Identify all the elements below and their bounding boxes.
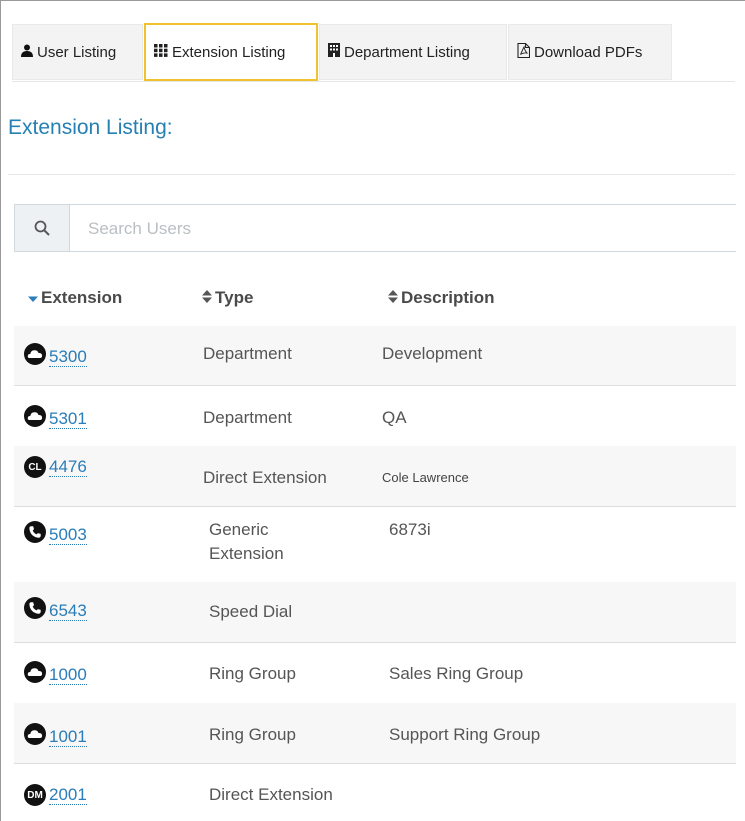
description-cell: Cole Lawrence (382, 470, 469, 485)
table-row: 6543 Speed Dial (14, 582, 736, 643)
sort-desc-icon (28, 288, 38, 308)
table-row: 5003 Generic Extension 6873i (14, 506, 736, 583)
cloud-icon (24, 343, 46, 370)
sort-icon (388, 288, 398, 308)
window-border-left (0, 0, 1, 821)
type-cell: Department (203, 344, 292, 363)
description-cell: Sales Ring Group (389, 664, 524, 683)
column-header-label: Description (401, 288, 495, 307)
column-header-description[interactable]: Description (388, 288, 495, 308)
extension-cell: 5301 (24, 405, 87, 432)
avatar-initials-icon: DM (24, 784, 46, 806)
description-cell: 6873i (389, 520, 431, 539)
user-icon (21, 44, 33, 61)
extension-cell: 1001 (24, 723, 87, 750)
column-header-extension[interactable]: Extension (28, 288, 122, 308)
extension-link[interactable]: 5003 (49, 525, 87, 545)
building-icon (328, 43, 340, 61)
column-header-label: Type (215, 288, 254, 307)
avatar-initials-icon: CL (24, 456, 46, 478)
extension-cell: DM 2001 (24, 784, 87, 806)
divider (8, 174, 735, 175)
type-cell: Direct Extension (203, 468, 327, 487)
tab-label: User Listing (37, 43, 117, 61)
phone-icon (24, 521, 46, 548)
type-cell-line: Generic (209, 520, 269, 539)
type-cell: Generic Extension (209, 518, 284, 566)
description-cell: QA (382, 408, 407, 427)
cloud-icon (24, 405, 46, 432)
cloud-icon (24, 661, 46, 688)
extension-link[interactable]: 1001 (49, 727, 87, 747)
extension-cell: CL 4476 (24, 456, 87, 478)
search-input[interactable] (70, 205, 745, 253)
extension-link[interactable]: 5300 (49, 347, 87, 367)
table-row: 1001 Ring Group Support Ring Group (14, 703, 736, 764)
description-cell: Support Ring Group (389, 725, 541, 744)
table-row: 5301 Department QA (14, 385, 736, 447)
window-border-top (0, 0, 745, 1)
extension-link[interactable]: 4476 (49, 457, 87, 477)
description-cell: Development (382, 344, 483, 363)
tab-label: Download PDFs (534, 43, 643, 61)
tab-label: Department Listing (344, 43, 470, 61)
extension-link[interactable]: 2001 (49, 785, 87, 805)
extension-cell: 1000 (24, 661, 87, 688)
extension-cell: 6543 (24, 597, 87, 624)
tab-download-pdfs[interactable]: Download PDFs (508, 24, 672, 80)
type-cell: Direct Extension (209, 785, 333, 804)
type-cell: Ring Group (209, 664, 296, 683)
pdf-icon (517, 42, 531, 62)
tab-user-listing[interactable]: User Listing (12, 24, 143, 80)
table-row: CL 4476 Direct Extension Cole Lawrence (14, 446, 736, 507)
extension-cell: 5003 (24, 521, 87, 548)
extension-link[interactable]: 1000 (49, 665, 87, 685)
tab-department-listing[interactable]: Department Listing (319, 24, 507, 80)
cloud-icon (24, 723, 46, 750)
sort-icon (202, 288, 212, 308)
grid-icon (154, 43, 168, 61)
table-row: 1000 Ring Group Sales Ring Group (14, 642, 736, 704)
type-cell-line: Extension (209, 544, 284, 563)
type-cell: Department (203, 408, 292, 427)
extension-link[interactable]: 6543 (49, 601, 87, 621)
page-title: Extension Listing: (8, 116, 173, 139)
column-header-type[interactable]: Type (202, 288, 253, 308)
phone-icon (24, 597, 46, 624)
search-icon[interactable] (15, 205, 70, 251)
type-cell: Ring Group (209, 725, 296, 744)
table-header: Extension Type Description (14, 270, 736, 327)
type-cell: Speed Dial (209, 602, 293, 621)
table-row: 5300 Department Development (14, 326, 736, 386)
extension-link[interactable]: 5301 (49, 409, 87, 429)
tab-bar: User Listing Extension Listing Departmen… (12, 23, 735, 82)
search-group (14, 204, 745, 253)
table-row: DM 2001 Direct Extension (14, 763, 736, 821)
tab-extension-listing[interactable]: Extension Listing (144, 23, 318, 81)
column-header-label: Extension (41, 288, 123, 307)
tab-label: Extension Listing (172, 43, 286, 61)
extension-cell: 5300 (24, 343, 87, 370)
